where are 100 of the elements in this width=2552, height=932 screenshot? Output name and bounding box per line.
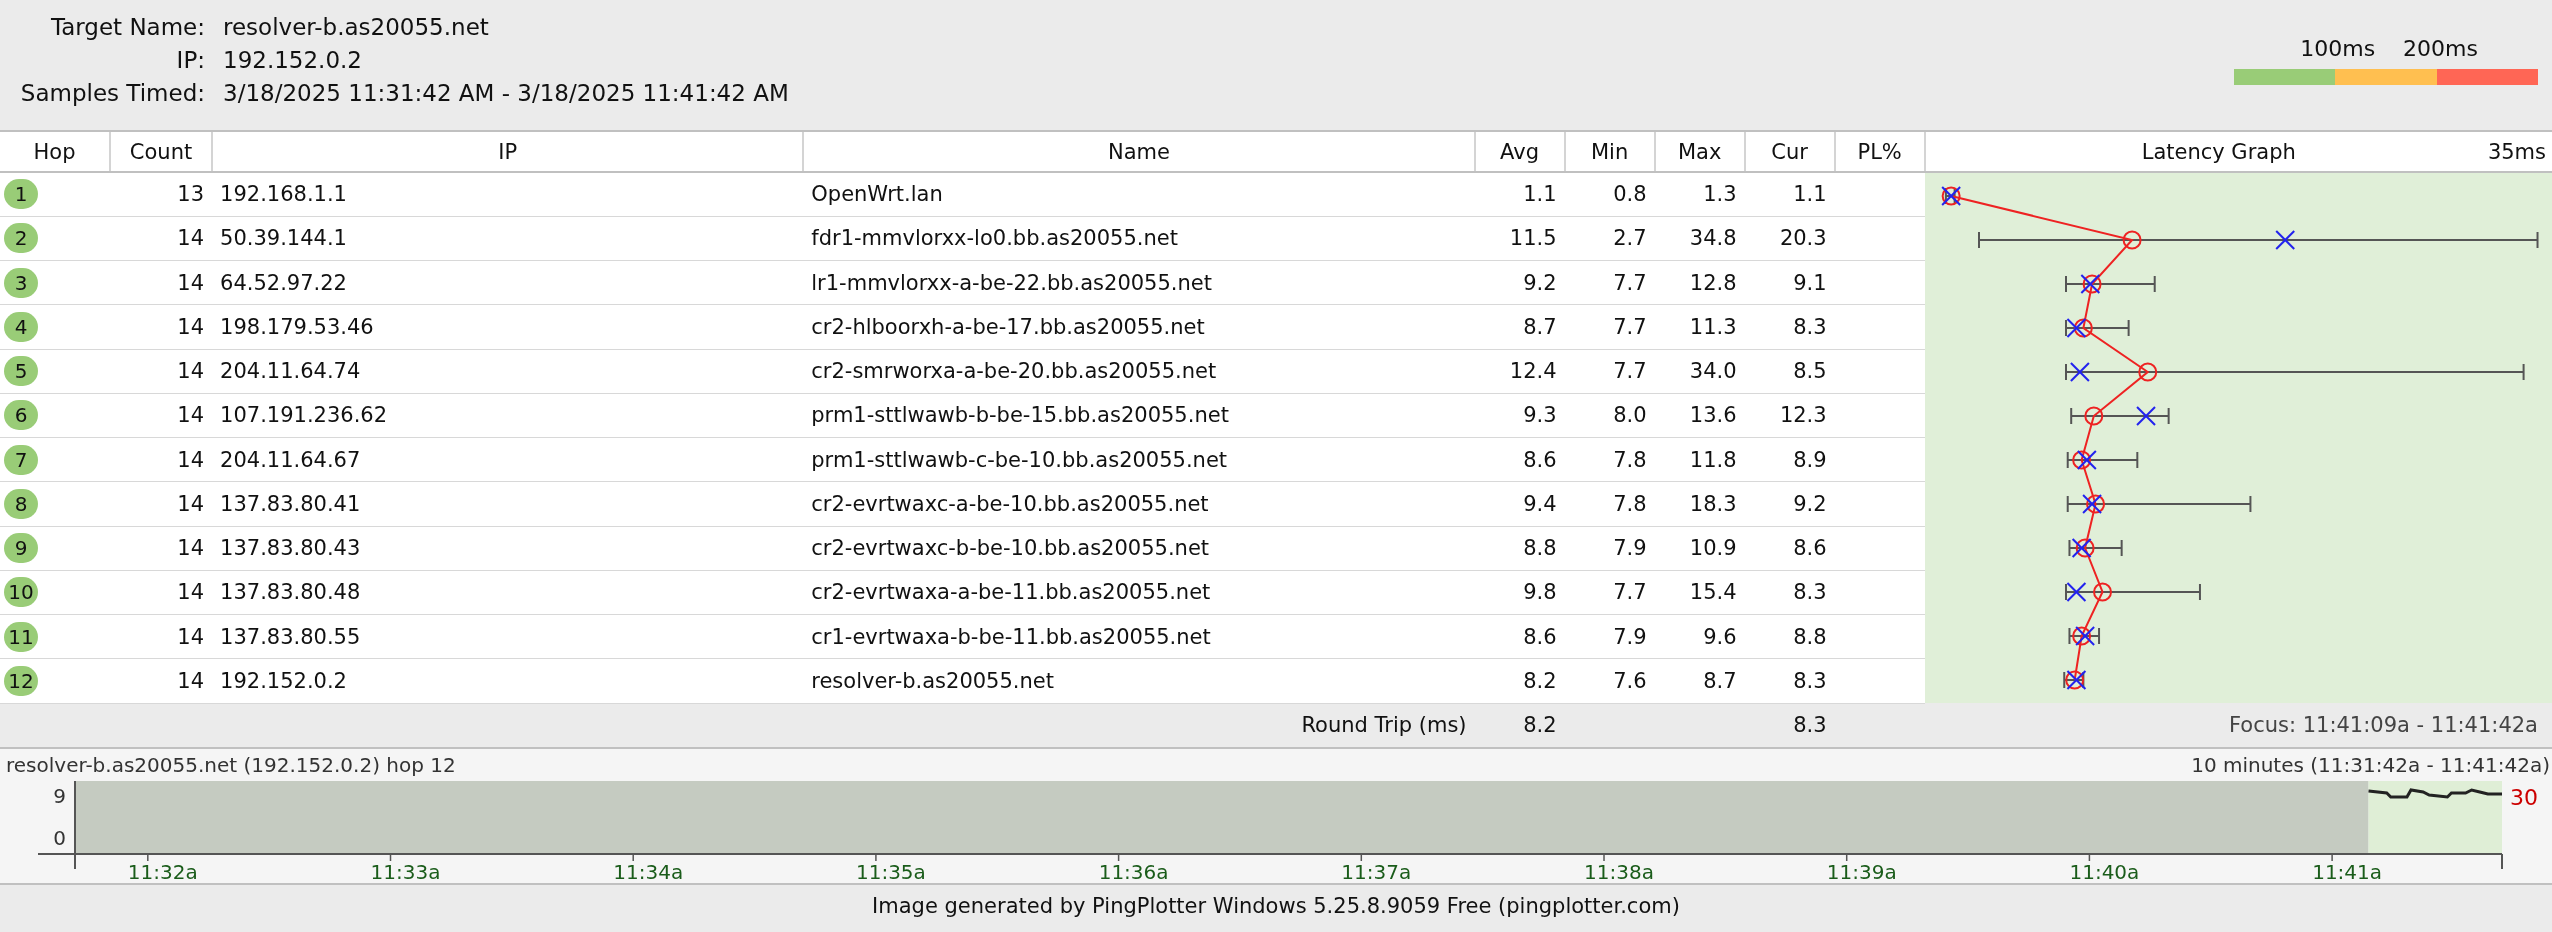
table-cell: 7.7 (1564, 260, 1655, 305)
field-value: 192.152.0.2 (223, 47, 363, 73)
hop-badge: 4 (4, 311, 38, 342)
field-label: Target Name: (49, 14, 205, 40)
scale-label: 35ms (2487, 139, 2546, 164)
graph-title: resolver-b.as20055.net (192.152.0.2) hop 12 (6, 753, 456, 777)
tick-label: 11:34a (613, 860, 684, 884)
hop-badge: 10 (4, 577, 38, 608)
table-cell: 137.83.80.55 (212, 614, 804, 659)
table-cell: 14 (110, 481, 213, 526)
hop-badge: 2 (4, 223, 38, 254)
column-header: IP (212, 132, 804, 172)
table-cell: 8.0 (1564, 393, 1655, 438)
error-bar (1944, 187, 1956, 205)
table-cell: 14 (110, 658, 213, 703)
column-header: Hop (0, 132, 111, 172)
error-bar (2064, 319, 2130, 337)
table-cell: 7.7 (1564, 304, 1655, 349)
column-header: Name (803, 132, 1475, 172)
latency-marker (1940, 186, 1961, 206)
latency-marker (2071, 538, 2095, 558)
table-cell: 50.39.144.1 (212, 216, 804, 261)
hop-badge: 6 (4, 400, 38, 431)
latency-marker (2081, 494, 2105, 514)
table-cell: 7.8 (1564, 481, 1655, 526)
hop-badge: 3 (4, 267, 38, 298)
table-cell: 8.9 (1744, 437, 1835, 482)
tick-label: 11:41a (2312, 860, 2383, 884)
table-cell: cr2-evrtwaxa-a-be-11.bb.as20055.net (803, 570, 1475, 615)
table-cell: 34.0 (1654, 349, 1745, 394)
table-cell: cr2-smrworxa-a-be-20.bb.as20055.net (803, 349, 1475, 394)
table-cell: 14 (110, 260, 213, 305)
error-bar (2068, 627, 2100, 645)
column-header: Cur (1744, 132, 1835, 172)
table-cell: 9.8 (1474, 570, 1565, 615)
table-cell: 9.3 (1474, 393, 1565, 438)
table-cell: 20.3 (1744, 216, 1835, 261)
table-cell: 7.8 (1564, 437, 1655, 482)
table-cell: 137.83.80.48 (212, 570, 804, 615)
hop-badge: 5 (4, 356, 38, 387)
table-cell: 10.9 (1654, 526, 1745, 571)
table-cell: 137.83.80.43 (212, 526, 804, 571)
table-cell: 14 (110, 614, 213, 659)
table-cell: 204.11.64.67 (212, 437, 804, 482)
table-cell: 12.4 (1474, 349, 1565, 394)
table-cell: 11.3 (1654, 304, 1745, 349)
tick-label: 11:33a (370, 860, 441, 884)
table-cell: cr2-evrtwaxc-a-be-10.bb.as20055.net (803, 481, 1475, 526)
latency-marker (2066, 582, 2112, 602)
table-cell: 9.1 (1744, 260, 1835, 305)
table-cell: 14 (110, 526, 213, 571)
latency-marker (2080, 274, 2102, 294)
table-cell: 2.7 (1564, 216, 1655, 261)
table-cell: 11.8 (1654, 437, 1745, 482)
table-cell: 9.4 (1474, 481, 1565, 526)
table-cell: 12.3 (1744, 393, 1835, 438)
field-label: Samples Timed: (19, 80, 205, 106)
table-cell: 14 (110, 570, 213, 615)
column-header: Avg (1474, 132, 1565, 172)
latency-marker (2071, 450, 2097, 470)
error-bar (2066, 451, 2138, 469)
table-cell: 7.7 (1564, 349, 1655, 394)
table-cell: resolver-b.as20055.net (803, 658, 1475, 703)
table-cell: prm1-sttlwawb-b-be-15.bb.as20055.net (803, 393, 1475, 438)
hop-badge: 8 (4, 488, 38, 519)
tick-label: 11:32a (127, 860, 198, 884)
column-header: Count (110, 132, 213, 172)
table-cell: 192.168.1.1 (212, 172, 804, 217)
field-label: IP: (175, 47, 205, 73)
table-cell: 9.2 (1744, 481, 1835, 526)
table-cell: prm1-sttlwawb-c-be-10.bb.as20055.net (803, 437, 1475, 482)
table-cell: 8.3 (1744, 570, 1835, 615)
scale-label: 30 (2510, 785, 2538, 810)
tick-label: 11:36a (1098, 860, 1169, 884)
table-cell: 14 (110, 437, 213, 482)
table-cell: 8.6 (1474, 614, 1565, 659)
table-cell: 7.6 (1564, 658, 1655, 703)
table-cell: 8.6 (1474, 437, 1565, 482)
table-cell: 7.9 (1564, 526, 1655, 571)
hop-badge: 7 (4, 444, 38, 475)
table-cell: cr2-hlboorxh-a-be-17.bb.as20055.net (803, 304, 1475, 349)
table-cell: 15.4 (1654, 570, 1745, 615)
table-cell: 107.191.236.62 (212, 393, 804, 438)
table-cell: 8.6 (1744, 526, 1835, 571)
tick-label: 11:37a (1341, 860, 1412, 884)
table-cell: 12.8 (1654, 260, 1745, 305)
table-cell: 198.179.53.46 (212, 304, 804, 349)
table-cell: 18.3 (1654, 481, 1745, 526)
table-cell: 0.8 (1564, 172, 1655, 217)
table-cell: 192.152.0.2 (212, 658, 804, 703)
latency-marker (2071, 626, 2095, 646)
footer-text: Image generated by PingPlotter Windows 5.25.8.9059 Free (pingplotter.com) (871, 893, 1681, 920)
hop-badge: 1 (4, 179, 38, 210)
table-cell: 8.3 (1744, 304, 1835, 349)
table-cell: fdr1-mmvlorxx-lo0.bb.as20055.net (803, 216, 1475, 261)
hop-badge: 9 (4, 533, 38, 564)
table-cell: 1.1 (1744, 172, 1835, 217)
field-value: resolver-b.as20055.net (223, 14, 490, 40)
time-range: 10 minutes (11:31:42a - 11:41:42a) (2191, 753, 2550, 777)
table-cell: 1.1 (1474, 172, 1565, 217)
